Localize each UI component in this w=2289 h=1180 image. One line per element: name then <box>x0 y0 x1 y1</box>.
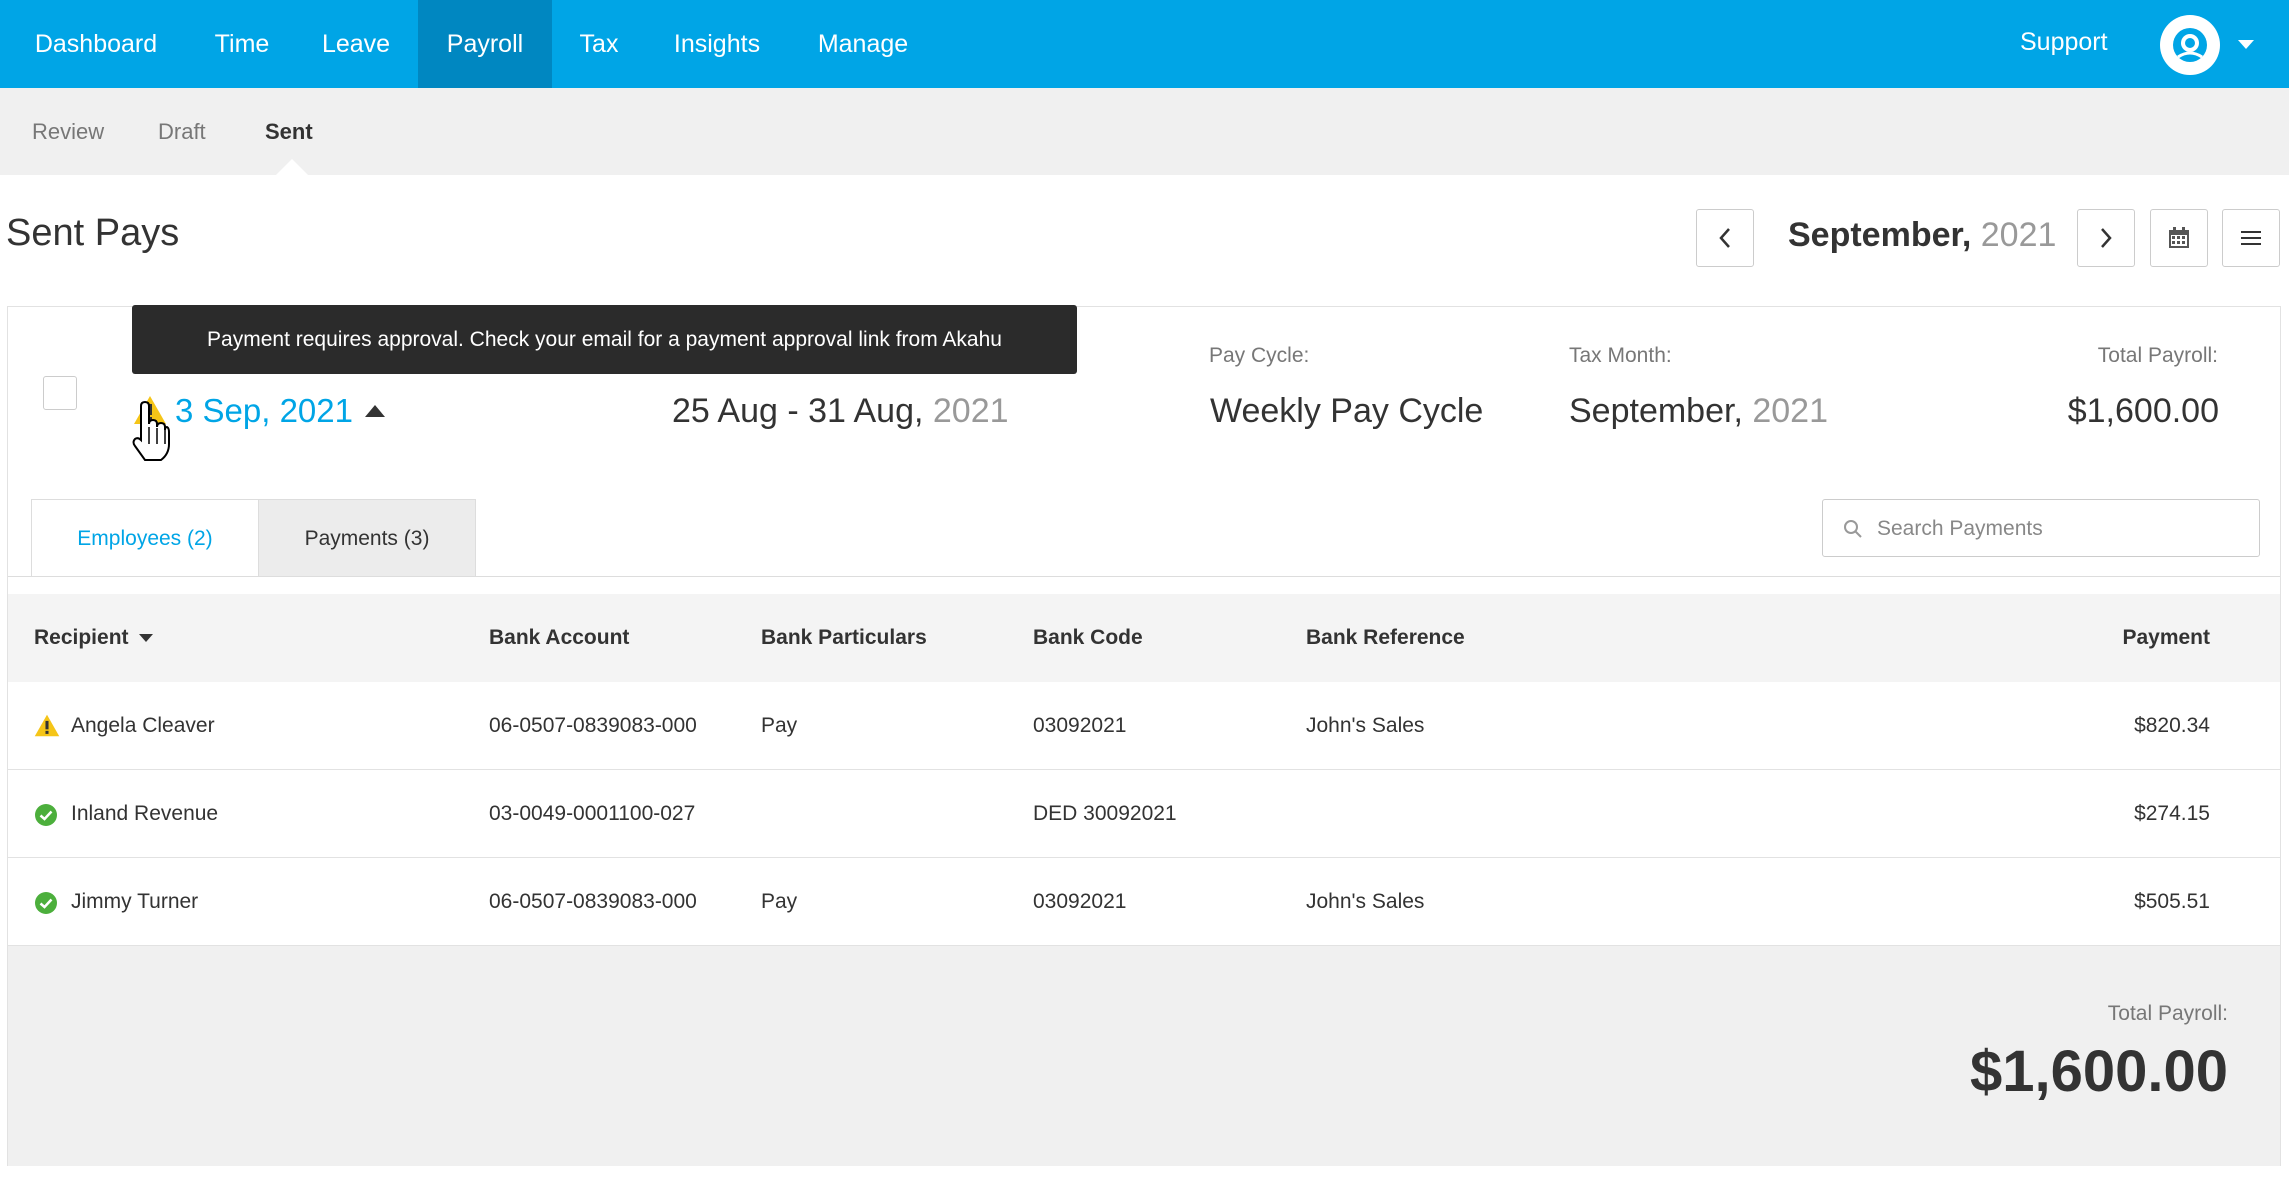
payment-amount: $274.15 <box>2134 802 2210 825</box>
footer-total-label: Total Payroll: <box>2107 1002 2228 1025</box>
period-year: 2021 <box>1980 216 2057 254</box>
nav-time[interactable]: Time <box>192 0 292 88</box>
previous-month-button[interactable] <box>1696 209 1754 267</box>
search-box[interactable] <box>1822 499 2260 558</box>
nav-payroll[interactable]: Payroll <box>418 0 552 88</box>
total-payroll-label: Total Payroll: <box>2097 344 2218 367</box>
footer-total-value: $1,600.00 <box>1969 1039 2228 1104</box>
pointer-cursor-icon <box>132 400 170 461</box>
table-row[interactable]: Jimmy Turner 06-0507-0839083-000 Pay 030… <box>8 858 2280 946</box>
period-month: September, <box>1788 216 1972 254</box>
nav-dashboard[interactable]: Dashboard <box>0 0 192 88</box>
bank-code: 03092021 <box>1033 714 1127 737</box>
page-title: Sent Pays <box>6 212 180 254</box>
recipient-name: Inland Revenue <box>71 802 219 825</box>
pay-run-checkbox[interactable] <box>43 376 77 410</box>
pay-run-date-link[interactable]: 3 Sep, 2021 <box>175 392 353 430</box>
calendar-icon <box>2169 227 2189 248</box>
approval-tooltip: Payment requires approval. Check your em… <box>132 305 1077 374</box>
bank-account: 06-0507-0839083-000 <box>489 890 697 913</box>
column-bank-code: Bank Code <box>1033 626 1143 649</box>
bank-account: 06-0507-0839083-000 <box>489 714 697 737</box>
recipient-name: Angela Cleaver <box>71 714 215 737</box>
chevron-right-icon <box>2101 228 2112 248</box>
search-input[interactable] <box>1875 500 2249 558</box>
user-avatar[interactable] <box>2160 15 2220 75</box>
collapse-caret-icon[interactable] <box>365 405 385 417</box>
payment-amount: $505.51 <box>2134 890 2210 913</box>
bank-code: 03092021 <box>1033 890 1127 913</box>
account-menu-caret-icon[interactable] <box>2238 40 2254 49</box>
table-row[interactable]: Angela Cleaver 06-0507-0839083-000 Pay 0… <box>8 682 2280 770</box>
bank-reference: John's Sales <box>1306 890 1425 913</box>
nav-leave[interactable]: Leave <box>292 0 420 88</box>
bank-particulars: Pay <box>761 890 798 913</box>
support-link[interactable]: Support <box>2020 0 2108 88</box>
tab-payments[interactable]: Payments (3) <box>259 499 476 577</box>
tax-month-month: September, <box>1569 392 1743 430</box>
check-circle-icon <box>35 892 57 914</box>
subnav-active-pointer <box>276 159 308 175</box>
column-recipient-label: Recipient <box>34 626 129 649</box>
total-payroll-value: $1,600.00 <box>2067 392 2219 430</box>
sub-nav: Review Draft Sent <box>0 88 2289 175</box>
tax-month-value: September, 2021 <box>1569 392 1828 431</box>
search-icon <box>1844 520 1862 538</box>
column-bank-account: Bank Account <box>489 626 630 649</box>
tax-month-year: 2021 <box>1752 392 1828 430</box>
subnav-review[interactable]: Review <box>32 88 104 175</box>
tax-month-label: Tax Month: <box>1569 344 1672 367</box>
top-nav: Dashboard Time Leave Payroll Tax Insight… <box>0 0 2289 88</box>
tab-employees[interactable]: Employees (2) <box>31 499 259 577</box>
nav-manage[interactable]: Manage <box>788 0 938 88</box>
table-row[interactable]: Inland Revenue 03-0049-0001100-027 DED 3… <box>8 770 2280 858</box>
pay-period-range: 25 Aug - 31 Aug, 2021 <box>672 392 1009 431</box>
nav-tax[interactable]: Tax <box>552 0 646 88</box>
bank-account: 03-0049-0001100-027 <box>489 802 696 825</box>
menu-button[interactable] <box>2222 209 2280 267</box>
pay-period-range-year: 2021 <box>932 392 1009 430</box>
pay-cycle-value: Weekly Pay Cycle <box>1210 392 1484 430</box>
chevron-left-icon <box>1719 228 1730 248</box>
bank-particulars: Pay <box>761 714 798 737</box>
user-avatar-icon <box>2173 28 2207 62</box>
column-recipient[interactable]: Recipient <box>34 594 153 682</box>
nav-insights[interactable]: Insights <box>646 0 788 88</box>
tabs-divider <box>8 576 2280 577</box>
payment-amount: $820.34 <box>2134 714 2210 737</box>
bank-code: DED 30092021 <box>1033 802 1177 825</box>
next-month-button[interactable] <box>2077 209 2135 267</box>
column-bank-particulars: Bank Particulars <box>761 626 927 649</box>
column-payment: Payment <box>2122 626 2210 649</box>
pay-cycle-label: Pay Cycle: <box>1209 344 1310 367</box>
recipient-name: Jimmy Turner <box>71 890 199 913</box>
period-label: September, 2021 <box>1788 216 2056 255</box>
bank-reference: John's Sales <box>1306 714 1425 737</box>
payroll-footer: Total Payroll: $1,600.00 <box>8 946 2280 1166</box>
calendar-button[interactable] <box>2150 209 2208 267</box>
sort-caret-icon[interactable] <box>138 634 153 643</box>
warning-icon <box>34 714 60 737</box>
menu-icon <box>2241 231 2261 245</box>
subnav-draft[interactable]: Draft <box>158 88 206 175</box>
check-circle-icon <box>35 804 57 826</box>
table-header: Recipient Bank Account Bank Particulars … <box>8 594 2280 683</box>
pay-period-range-main: 25 Aug - 31 Aug, <box>672 392 924 430</box>
column-bank-reference: Bank Reference <box>1306 626 1465 649</box>
